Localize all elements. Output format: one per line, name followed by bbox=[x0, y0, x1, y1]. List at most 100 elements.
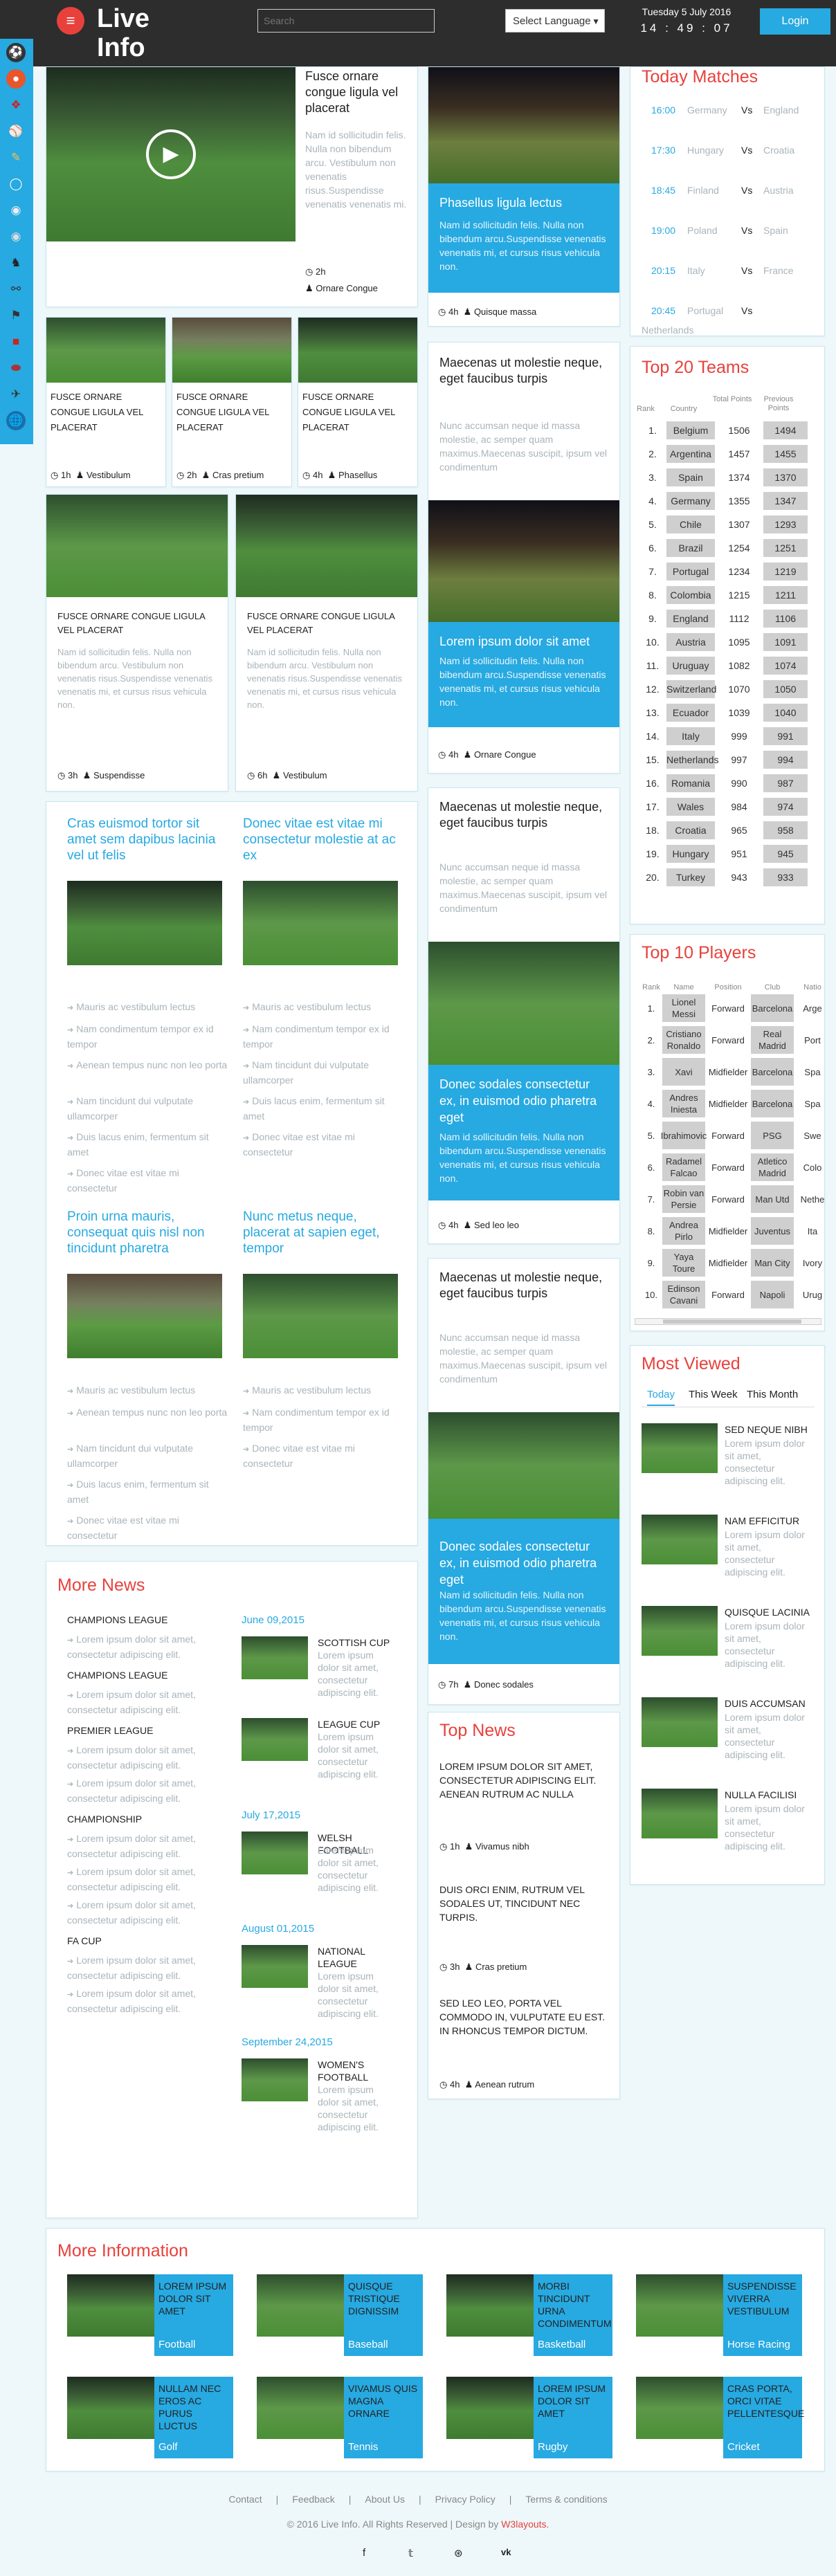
list-item[interactable]: Nam tincidunt dui vulputate ullamcorper bbox=[243, 1058, 403, 1087]
table-row[interactable]: 18. Croatia 965 958 bbox=[642, 821, 810, 839]
list-item[interactable]: Donec vitae est vitae mi consectetur bbox=[243, 1130, 403, 1159]
table-row[interactable]: 13. Ecuador 1039 1040 bbox=[642, 704, 810, 722]
info-category[interactable]: Baseball bbox=[348, 2339, 388, 2350]
team-name[interactable]: Germany bbox=[687, 104, 727, 116]
most-viewed-thumb[interactable] bbox=[642, 1606, 718, 1656]
medium-story-card[interactable]: FUSCE ORNARE CONGUE LIGULA VEL PLACERAT … bbox=[235, 494, 418, 792]
list-item[interactable]: Aenean tempus nunc non leo porta bbox=[67, 1058, 228, 1073]
story-title[interactable]: Maecenas ut molestie neque, eget faucibu… bbox=[439, 1270, 610, 1301]
info-title[interactable]: LOREM IPSUM DOLOR SIT AMET bbox=[158, 2280, 229, 2317]
news-thumb[interactable] bbox=[242, 1945, 308, 1988]
list-item[interactable]: Donec vitae est vitae mi consectetur bbox=[243, 1441, 403, 1470]
table-row[interactable]: 9. Yaya Toure Midfielder Man City Ivory bbox=[642, 1249, 824, 1277]
story-title[interactable]: Maecenas ut molestie neque, eget faucibu… bbox=[439, 355, 610, 387]
info-title[interactable]: NULLAM NEC EROS AC PURUS LUCTUS bbox=[158, 2382, 229, 2432]
info-tile[interactable]: CRAS PORTA, ORCI VITAE PELLENTESQUE Crick… bbox=[636, 2377, 804, 2458]
most-viewed-title[interactable]: QUISQUE LACINIA bbox=[725, 1606, 815, 1618]
table-row[interactable]: 8. Colombia 1215 1211 bbox=[642, 586, 810, 604]
footer-link[interactable]: Feedback bbox=[292, 2494, 334, 2505]
most-viewed-thumb[interactable] bbox=[642, 1515, 718, 1564]
team-name[interactable]: Finland bbox=[687, 185, 719, 196]
story-card[interactable]: Maecenas ut molestie neque, eget faucibu… bbox=[428, 342, 620, 774]
team-name[interactable]: Spain bbox=[763, 225, 788, 236]
team-name[interactable]: Poland bbox=[687, 225, 718, 236]
team-name[interactable]: Croatia bbox=[763, 145, 794, 156]
story-title[interactable]: Maecenas ut molestie neque, eget faucibu… bbox=[439, 799, 610, 831]
footer-link[interactable]: Contact bbox=[228, 2494, 262, 2505]
info-title[interactable]: QUISQUE TRISTIQUE DIGNISSIM bbox=[348, 2280, 419, 2317]
list-item[interactable]: Aenean tempus nunc non leo porta bbox=[67, 1405, 228, 1421]
info-tile[interactable]: NULLAM NEC EROS AC PURUS LUCTUS Golf bbox=[67, 2377, 233, 2458]
news-title[interactable]: LEAGUE CUP bbox=[318, 1718, 401, 1730]
news-item[interactable]: Lorem ipsum dolor sit amet, consectetur … bbox=[67, 1831, 219, 1861]
info-category[interactable]: Cricket bbox=[727, 2441, 760, 2453]
list-item[interactable]: Nam condimentum tempor ex id tempor bbox=[243, 1022, 403, 1051]
table-row[interactable]: 10. Edinson Cavani Forward Napoli Urug bbox=[642, 1281, 824, 1308]
motorsport-icon[interactable]: ⚑ bbox=[6, 306, 26, 325]
info-tile[interactable]: MORBI TINCIDUNT URNA CONDIMENTUM Basketba… bbox=[446, 2274, 612, 2356]
most-viewed-title[interactable]: DUIS ACCUMSAN bbox=[725, 1697, 815, 1710]
info-title[interactable]: SUSPENDISSE VIVERRA VESTIBULUM bbox=[727, 2280, 798, 2317]
news-item[interactable]: Lorem ipsum dolor sit amet, consectetur … bbox=[67, 1776, 219, 1805]
table-row[interactable]: 3. Spain 1374 1370 bbox=[642, 468, 810, 486]
info-title[interactable]: LOREM IPSUM DOLOR SIT AMET bbox=[538, 2382, 608, 2420]
globe-icon[interactable]: 🌐 bbox=[6, 411, 26, 430]
news-item[interactable]: Lorem ipsum dolor sit amet, consectetur … bbox=[67, 1953, 219, 1982]
blue-story-card[interactable]: Phasellus ligula lectus Nam id sollicitu… bbox=[428, 66, 620, 327]
news-title[interactable]: SCOTTISH CUP bbox=[318, 1636, 401, 1649]
table-row[interactable]: 1. Belgium 1506 1494 bbox=[642, 421, 810, 439]
site-logo[interactable]: Live Info bbox=[97, 4, 149, 62]
table-row[interactable]: 8. Andrea Pirlo Midfielder Juventus Ita bbox=[642, 1217, 824, 1245]
formula-one-icon[interactable]: ✈ bbox=[6, 385, 26, 404]
feature-story-card[interactable]: ▶ Fusce ornare congue ligula vel placera… bbox=[46, 66, 418, 307]
medium-story-card[interactable]: FUSCE ORNARE CONGUE LIGULA VEL PLACERAT … bbox=[46, 494, 228, 792]
news-item[interactable]: Lorem ipsum dolor sit amet, consectetur … bbox=[67, 1986, 219, 2016]
table-row[interactable]: 5. Ibrahimovic Forward PSG Swe bbox=[642, 1122, 824, 1149]
list-title[interactable]: Nunc metus neque, placerat at sapien ege… bbox=[243, 1209, 402, 1257]
most-viewed-thumb[interactable] bbox=[642, 1789, 718, 1838]
info-title[interactable]: CRAS PORTA, ORCI VITAE PELLENTESQUE bbox=[727, 2382, 804, 2420]
table-row[interactable]: 16. Romania 990 987 bbox=[642, 774, 810, 792]
info-category[interactable]: Tennis bbox=[348, 2441, 378, 2453]
most-viewed-title[interactable]: NAM EFFICITUR bbox=[725, 1515, 815, 1527]
play-icon[interactable]: ▶ bbox=[146, 129, 196, 179]
list-title[interactable]: Proin urna mauris, consequat quis nisl n… bbox=[67, 1209, 226, 1257]
table-row[interactable]: 3. Xavi Midfielder Barcelona Spa bbox=[642, 1058, 824, 1086]
table-row[interactable]: 15. Netherlands 997 994 bbox=[642, 751, 810, 769]
list-item[interactable]: Duis lacus enim, fermentum sit amet bbox=[67, 1130, 228, 1159]
story-title[interactable]: Lorem ipsum dolor sit amet bbox=[439, 633, 610, 650]
team-name[interactable]: France bbox=[763, 265, 794, 276]
info-category[interactable]: Football bbox=[158, 2339, 195, 2350]
horse-racing-icon[interactable]: ♞ bbox=[6, 253, 26, 273]
league-heading[interactable]: CHAMPIONS LEAGUE bbox=[67, 1614, 167, 1625]
hockey-icon[interactable]: ❖ bbox=[6, 95, 26, 115]
table-row[interactable]: 17. Wales 984 974 bbox=[642, 798, 810, 816]
info-tile[interactable]: LOREM IPSUM DOLOR SIT AMET Rugby bbox=[446, 2377, 612, 2458]
vk-icon[interactable]: vk bbox=[501, 2547, 511, 2557]
login-button[interactable]: Login bbox=[760, 8, 830, 35]
table-row[interactable]: 4. Germany 1355 1347 bbox=[642, 492, 810, 510]
info-category[interactable]: Golf bbox=[158, 2441, 178, 2453]
table-row[interactable]: 20. Turkey 943 933 bbox=[642, 868, 810, 886]
story-title[interactable]: FUSCE ORNARE CONGUE LIGULA VEL PLACERAT bbox=[247, 610, 412, 637]
table-row[interactable]: 14. Italy 999 991 bbox=[642, 727, 810, 745]
most-viewed-thumb[interactable] bbox=[642, 1697, 718, 1747]
news-title[interactable]: NATIONAL LEAGUE bbox=[318, 1945, 401, 1970]
cycling-icon[interactable]: ⚯ bbox=[6, 280, 26, 299]
team-name[interactable]: England bbox=[763, 104, 799, 116]
news-thumb[interactable] bbox=[242, 1831, 308, 1874]
twitter-icon[interactable]: 𝕥 bbox=[408, 2547, 413, 2559]
list-title[interactable]: Cras euismod tortor sit amet sem dapibus… bbox=[67, 816, 226, 864]
table-row[interactable]: 19. Hungary 951 945 bbox=[642, 845, 810, 863]
team-name[interactable]: Portugal bbox=[687, 305, 723, 316]
info-category[interactable]: Horse Racing bbox=[727, 2339, 790, 2350]
info-category[interactable]: Rugby bbox=[538, 2441, 567, 2453]
table-row[interactable]: 6. Radamel Falcao Forward Atletico Madrid Co… bbox=[642, 1153, 824, 1181]
story-title[interactable]: Phasellus ligula lectus bbox=[439, 194, 610, 211]
news-item[interactable]: Lorem ipsum dolor sit amet, consectetur … bbox=[67, 1898, 219, 1927]
story-title[interactable]: Donec sodales consectetur ex, in euismod… bbox=[439, 1076, 610, 1126]
cricket-icon[interactable]: ✎ bbox=[6, 148, 26, 167]
soccer-icon[interactable]: ⚽ bbox=[6, 43, 26, 62]
list-title[interactable]: Donec vitae est vitae mi consectetur mol… bbox=[243, 816, 402, 864]
small-story-card[interactable]: FUSCE ORNARE CONGUE LIGULA VEL PLACERAT … bbox=[298, 317, 418, 487]
